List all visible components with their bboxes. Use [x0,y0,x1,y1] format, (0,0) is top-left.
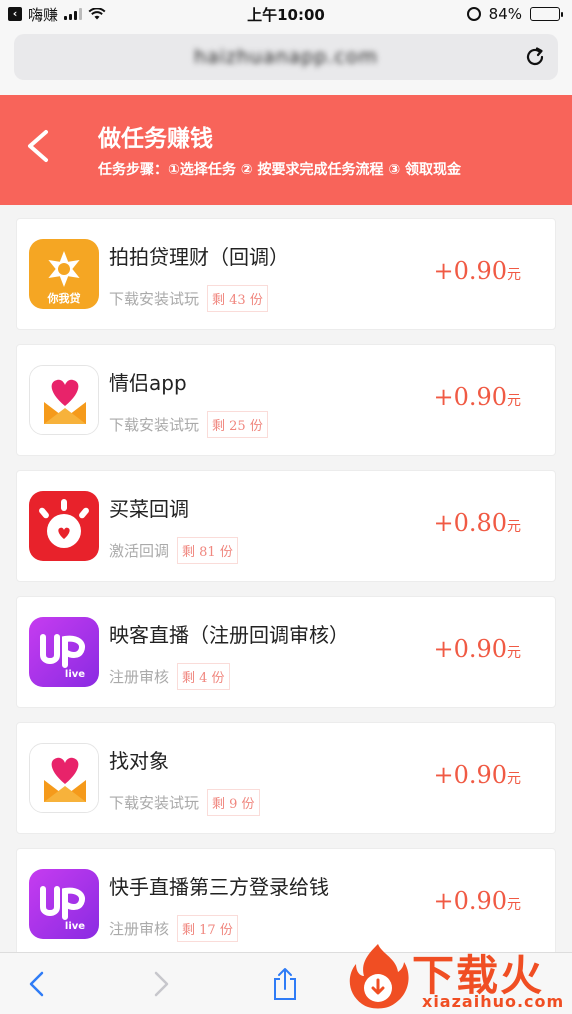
heart-envelope-icon [29,743,99,813]
live-logo-text: live [65,669,85,680]
page-header: 做任务赚钱 任务步骤：①选择任务 ② 按要求完成任务流程 ③ 领取现金 [0,95,572,205]
paipaidai-logo-text: 你我贷 [47,291,81,305]
live-logo-text: live [65,921,85,932]
paipaidai-icon: 你我贷 [29,239,99,309]
task-card[interactable]: live 映客直播（注册回调审核） 注册审核 剩 4 份 +0.90元 [16,596,556,708]
task-name: 找对象 [109,749,169,773]
price-unit: 元 [507,645,521,661]
battery-percent: 84% [488,5,522,23]
red-face-icon [29,491,99,561]
task-tag: 激活回调 [109,542,170,560]
price-value: +0.90 [433,887,507,915]
task-remaining: 剩 43 份 [207,285,268,312]
page-title: 做任务赚钱 [98,126,213,152]
reload-icon[interactable] [524,46,546,68]
price-value: +0.90 [433,761,507,789]
watermark-url: xiazaihuo.com [422,992,565,1011]
task-name: 拍拍贷理财（回调） [109,245,289,269]
task-price: +0.90元 [433,761,521,789]
task-card[interactable]: 找对象 下载安装试玩 剩 9 份 +0.90元 [16,722,556,834]
task-steps: 任务步骤：①选择任务 ② 按要求完成任务流程 ③ 领取现金 [98,162,462,178]
back-arrow-icon[interactable] [24,129,52,163]
browser-chrome: haizhuanapp.com [0,28,572,95]
task-price: +0.90元 [433,635,521,663]
task-price: +0.90元 [433,383,521,411]
price-unit: 元 [507,771,521,787]
signal-icon [64,8,83,20]
price-value: +0.90 [433,257,507,285]
task-card[interactable]: 买菜回调 激活回调 剩 81 份 +0.80元 [16,470,556,582]
task-name: 快手直播第三方登录给钱 [109,875,329,899]
price-unit: 元 [507,519,521,535]
task-tag: 下载安装试玩 [109,416,200,434]
battery-icon [530,7,563,21]
rotation-lock-icon [466,7,481,21]
task-tag: 下载安装试玩 [109,290,200,308]
task-remaining: 剩 4 份 [177,663,230,690]
task-tag: 下载安装试玩 [109,794,200,812]
share-icon[interactable] [270,967,300,1001]
task-name: 买菜回调 [109,497,189,521]
task-remaining: 剩 17 份 [177,915,238,942]
price-unit: 元 [507,393,521,409]
task-remaining: 剩 9 份 [207,789,260,816]
forward-icon[interactable] [146,967,176,1001]
task-list: 你我贷 拍拍贷理财（回调） 下载安装试玩 剩 43 份 +0.90元 情侣app… [16,218,556,974]
task-price: +0.80元 [433,509,521,537]
address-bar[interactable]: haizhuanapp.com [14,34,558,80]
task-card[interactable]: 情侣app 下载安装试玩 剩 25 份 +0.90元 [16,344,556,456]
fire-logo-icon [349,944,409,1009]
carrier-label: 嗨赚 [28,5,59,24]
up-live-icon: live [29,617,99,687]
task-name: 映客直播（注册回调审核） [109,623,349,647]
wifi-icon [88,8,106,20]
task-tag: 注册审核 [109,920,170,938]
price-value: +0.90 [433,635,507,663]
task-price: +0.90元 [433,257,521,285]
task-remaining: 剩 25 份 [207,411,268,438]
task-name: 情侣app [109,371,187,395]
back-to-app-icon[interactable]: ‹ [8,7,22,21]
price-unit: 元 [507,897,521,913]
status-bar: ‹ 嗨赚 上午10:00 84% [0,0,572,28]
url-text: haizhuanapp.com [193,46,379,68]
watermark: 下载火 xiazaihuo.com [338,940,572,1014]
heart-envelope-icon [29,365,99,435]
price-value: +0.90 [433,383,507,411]
price-value: +0.80 [433,509,507,537]
task-remaining: 剩 81 份 [177,537,238,564]
task-card[interactable]: 你我贷 拍拍贷理财（回调） 下载安装试玩 剩 43 份 +0.90元 [16,218,556,330]
task-price: +0.90元 [433,887,521,915]
task-tag: 注册审核 [109,668,170,686]
price-unit: 元 [507,267,521,283]
back-icon[interactable] [22,967,52,1001]
up-live-icon: live [29,869,99,939]
